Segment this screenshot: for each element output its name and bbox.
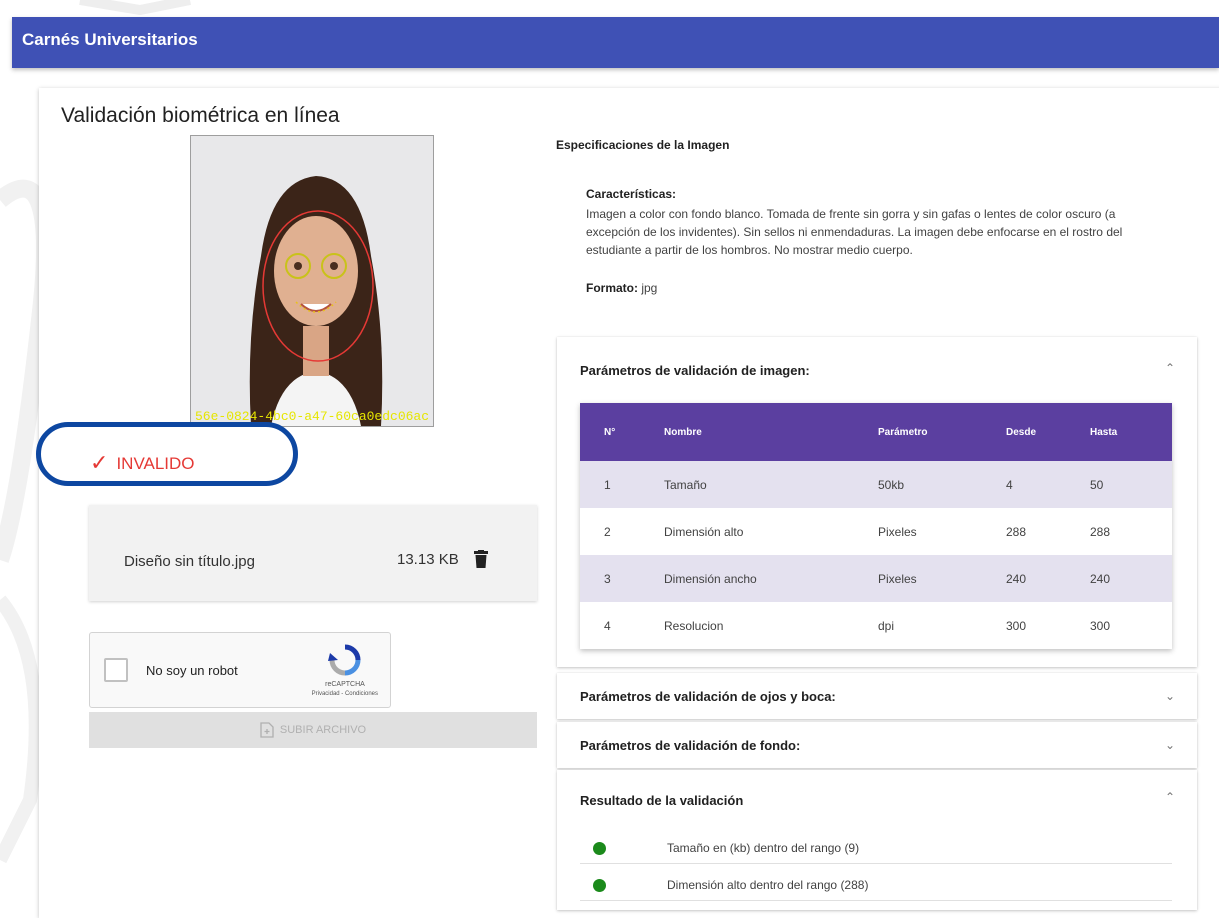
table-cell: 300 xyxy=(1090,602,1172,649)
table-cell: 50 xyxy=(1090,461,1172,508)
background-params-panel[interactable]: Parámetros de validación de fondo: ⌄ xyxy=(557,722,1197,768)
recaptcha-logo-icon xyxy=(328,644,361,676)
result-item: Dimensión alto dentro del rango (288) xyxy=(580,870,1172,901)
eyes-mouth-panel[interactable]: Parámetros de validación de ojos y boca:… xyxy=(557,673,1197,719)
validation-result-title[interactable]: Resultado de la validación xyxy=(580,793,743,808)
recaptcha-widget: No soy un robot reCAPTCHA Privacidad - C… xyxy=(89,632,391,708)
table-row: 3 Dimensión ancho Pixeles 240 240 xyxy=(580,555,1172,602)
spec-format: Formato: jpg xyxy=(586,281,657,295)
table-cell: Dimensión ancho xyxy=(664,555,878,602)
table-row: 1 Tamaño 50kb 4 50 xyxy=(580,461,1172,508)
column-header: Nombre xyxy=(664,403,878,461)
table-cell: 300 xyxy=(1006,602,1090,649)
table-cell: 4 xyxy=(1006,461,1090,508)
result-item: Tamaño en (kb) dentro del rango (9) xyxy=(580,833,1172,864)
table-cell: Pixeles xyxy=(878,555,1006,602)
app-title: Carnés Universitarios xyxy=(22,30,198,49)
chevron-down-icon[interactable]: ⌄ xyxy=(1165,689,1175,703)
chevron-up-icon[interactable]: ⌃ xyxy=(1165,790,1175,804)
image-params-table: N° Nombre Parámetro Desde Hasta 1 Tamaño… xyxy=(580,403,1172,649)
validation-result-panel: Resultado de la validación ⌃ Tamaño en (… xyxy=(557,770,1197,910)
file-upload-icon xyxy=(260,722,274,738)
file-size: 13.13 KB xyxy=(397,551,459,568)
upload-file-button[interactable]: SUBIR ARCHIVO xyxy=(89,712,537,748)
table-row: 2 Dimensión alto Pixeles 288 288 xyxy=(580,508,1172,555)
spec-format-value: jpg xyxy=(641,281,658,295)
status-ok-icon xyxy=(593,842,606,855)
table-cell: 288 xyxy=(1090,508,1172,555)
table-cell: 1 xyxy=(580,461,664,508)
uploaded-file: Diseño sin título.jpg 13.13 KB xyxy=(89,505,537,601)
validation-status-label: INVALIDO xyxy=(116,454,195,473)
recaptcha-label: No soy un robot xyxy=(146,663,238,678)
table-cell: 240 xyxy=(1006,555,1090,602)
table-cell: 2 xyxy=(580,508,664,555)
app-header: Carnés Universitarios xyxy=(12,17,1219,68)
table-cell: 4 xyxy=(580,602,664,649)
table-cell: Tamaño xyxy=(664,461,878,508)
chevron-down-icon[interactable]: ⌄ xyxy=(1165,738,1175,752)
photo-preview: 56e-0824-4bc0-a47-60ca0edc06ac xyxy=(190,135,434,427)
portrait-image xyxy=(191,136,433,426)
column-header: Parámetro xyxy=(878,403,1006,461)
column-header: Desde xyxy=(1006,403,1090,461)
recaptcha-brand: reCAPTCHA xyxy=(325,681,365,688)
page-title: Validación biométrica en línea xyxy=(61,104,340,127)
table-cell: dpi xyxy=(878,602,1006,649)
result-item-text: Dimensión alto dentro del rango (288) xyxy=(667,878,869,892)
table-cell: 50kb xyxy=(878,461,1006,508)
recaptcha-checkbox[interactable] xyxy=(104,658,128,682)
image-params-panel: Parámetros de validación de imagen: ⌃ N°… xyxy=(557,337,1197,667)
recaptcha-terms-link[interactable]: Privacidad - Condiciones xyxy=(286,691,378,697)
image-params-title[interactable]: Parámetros de validación de imagen: xyxy=(580,363,810,378)
validation-status: ✓ INVALIDO xyxy=(90,450,195,476)
file-name: Diseño sin título.jpg xyxy=(124,553,255,570)
column-header: Hasta xyxy=(1090,403,1172,461)
table-cell: Resolucion xyxy=(664,602,878,649)
background-params-title: Parámetros de validación de fondo: xyxy=(580,738,801,753)
table-cell: 3 xyxy=(580,555,664,602)
column-header: N° xyxy=(580,403,664,461)
table-cell: Dimensión alto xyxy=(664,508,878,555)
upload-file-label: SUBIR ARCHIVO xyxy=(279,724,367,736)
status-ok-icon xyxy=(593,879,606,892)
eyes-mouth-title: Parámetros de validación de ojos y boca: xyxy=(580,689,836,704)
trash-icon[interactable] xyxy=(474,550,488,568)
table-cell: 288 xyxy=(1006,508,1090,555)
table-cell: 240 xyxy=(1090,555,1172,602)
spec-title: Especificaciones de la Imagen xyxy=(556,138,730,152)
spec-characteristics-label: Características: xyxy=(586,187,677,201)
spec-characteristics-text: Imagen a color con fondo blanco. Tomada … xyxy=(586,207,1123,257)
check-icon: ✓ xyxy=(90,450,109,475)
table-header-row: N° Nombre Parámetro Desde Hasta xyxy=(580,403,1172,461)
chevron-up-icon[interactable]: ⌃ xyxy=(1165,361,1175,375)
result-item-text: Tamaño en (kb) dentro del rango (9) xyxy=(667,841,860,855)
table-cell: Pixeles xyxy=(878,508,1006,555)
spec-format-label: Formato: xyxy=(586,281,638,295)
table-row: 4 Resolucion dpi 300 300 xyxy=(580,602,1172,649)
